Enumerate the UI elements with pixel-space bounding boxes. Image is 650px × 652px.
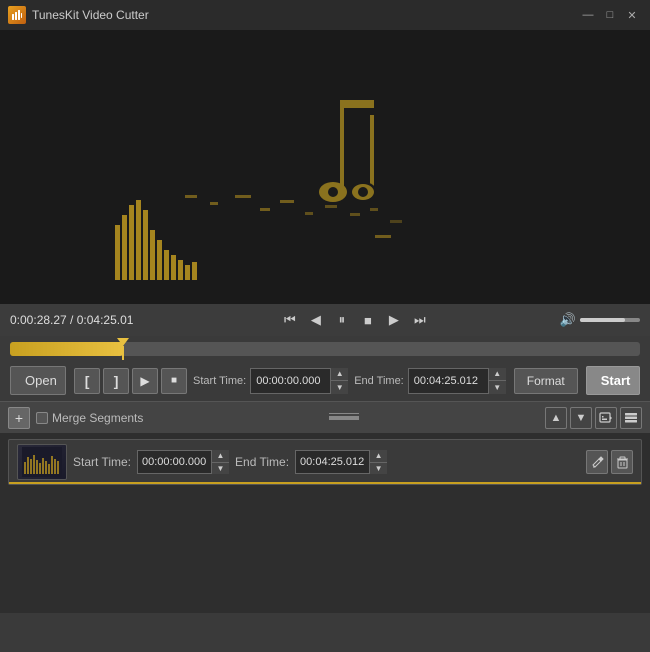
maximize-button[interactable]: □ [600, 5, 620, 25]
seg-end-label: End Time: [235, 455, 289, 469]
timeline-marker[interactable] [117, 338, 129, 360]
add-segment-button[interactable]: + [8, 407, 30, 429]
seg-start-spinners: ▲ ▼ [211, 450, 229, 474]
segment-time-controls: Start Time: ▲ ▼ End Time: ▲ ▼ [73, 450, 580, 474]
seg-end-up[interactable]: ▲ [370, 450, 387, 463]
cut-stop-button[interactable]: ■ [161, 368, 187, 394]
seg-start-label: Start Time: [73, 455, 131, 469]
table-row: Start Time: ▲ ▼ End Time: ▲ ▼ [8, 439, 642, 485]
cut-section: [ ] ▶ ■ Start Time: ▲ ▼ End Time: ▲ ▼ [74, 368, 506, 394]
segment-thumbnail [17, 444, 67, 480]
start-time-group: Start Time: ▲ ▼ [193, 368, 348, 394]
segments-header: + Merge Segments ▲ ▼ [0, 401, 650, 433]
app-title: TunesKit Video Cutter [32, 8, 578, 22]
video-preview [0, 30, 650, 304]
playback-controls: ⏮ ◀ ⏸ ■ ▶ ⏭ [158, 309, 552, 331]
end-time-spinners: ▲ ▼ [488, 368, 506, 394]
title-bar: TunesKit Video Cutter — □ ✕ [0, 0, 650, 30]
end-time-up[interactable]: ▲ [489, 368, 506, 382]
segments-list: Start Time: ▲ ▼ End Time: ▲ ▼ [0, 433, 650, 613]
cut-end-button[interactable]: ] [103, 368, 129, 394]
seg-end-input-wrap: ▲ ▼ [295, 450, 387, 474]
seg-end-down[interactable]: ▼ [370, 463, 387, 475]
window-controls: — □ ✕ [578, 5, 642, 25]
delete-icon [616, 456, 629, 469]
video-info-icon [599, 411, 613, 425]
seg-start-down[interactable]: ▼ [212, 463, 229, 475]
cut-play-button[interactable]: ▶ [132, 368, 158, 394]
seg-end-spinners: ▲ ▼ [369, 450, 387, 474]
play-button[interactable]: ▶ [383, 309, 405, 331]
scatter-viz [0, 30, 650, 304]
timeline-track[interactable] [10, 342, 640, 356]
move-up-button[interactable]: ▲ [545, 407, 567, 429]
segment-progress-bar [9, 482, 641, 484]
end-time-group: End Time: ▲ ▼ [354, 368, 506, 394]
merge-checkbox-wrap: Merge Segments [36, 411, 143, 425]
drag-handle [149, 416, 539, 419]
move-down-button[interactable]: ▼ [570, 407, 592, 429]
video-info-button[interactable] [595, 407, 617, 429]
prev-frame-button[interactable]: ◀ [305, 309, 327, 331]
format-button[interactable]: Format [514, 368, 578, 394]
app-icon [8, 6, 26, 24]
end-time-input-wrap: ▲ ▼ [408, 368, 506, 394]
cut-btn-group: [ ] ▶ ■ [74, 368, 187, 394]
cut-controls: Open [ ] ▶ ■ Start Time: ▲ ▼ End Time: [0, 360, 650, 401]
cut-start-button[interactable]: [ [74, 368, 100, 394]
pause-button[interactable]: ⏸ [331, 309, 353, 331]
timeline-fill [10, 342, 123, 356]
seg-start-up[interactable]: ▲ [212, 450, 229, 463]
close-button[interactable]: ✕ [622, 5, 642, 25]
list-view-icon [624, 411, 638, 425]
end-time-down[interactable]: ▼ [489, 381, 506, 394]
controls-bar: 0:00:28.27 / 0:04:25.01 ⏮ ◀ ⏸ ■ ▶ ⏭ 🔊 [0, 304, 650, 336]
merge-label: Merge Segments [52, 411, 143, 425]
segment-edit-button[interactable] [586, 450, 608, 474]
start-time-spinners: ▲ ▼ [330, 368, 348, 394]
end-time-label: End Time: [354, 375, 404, 387]
open-button[interactable]: Open [10, 366, 66, 395]
volume-icon: 🔊 [560, 312, 576, 328]
merge-checkbox[interactable] [36, 412, 48, 424]
volume-area: 🔊 [560, 312, 640, 328]
minimize-button[interactable]: — [578, 5, 598, 25]
list-view-button[interactable] [620, 407, 642, 429]
time-display: 0:00:28.27 / 0:04:25.01 [10, 313, 150, 327]
volume-slider[interactable] [580, 318, 640, 322]
skip-forward-button[interactable]: ⏭ [409, 309, 431, 331]
start-time-label: Start Time: [193, 375, 246, 387]
start-time-up[interactable]: ▲ [331, 368, 348, 382]
segment-order-controls: ▲ ▼ [545, 407, 642, 429]
segment-delete-button[interactable] [611, 450, 633, 474]
start-time-down[interactable]: ▼ [331, 381, 348, 394]
start-time-input-wrap: ▲ ▼ [250, 368, 348, 394]
seg-start-input-wrap: ▲ ▼ [137, 450, 229, 474]
skip-back-button[interactable]: ⏮ [279, 309, 301, 331]
timeline-area [0, 336, 650, 360]
segment-row-buttons [586, 450, 633, 474]
stop-button[interactable]: ■ [357, 309, 379, 331]
edit-icon [591, 456, 604, 469]
start-button[interactable]: Start [586, 366, 640, 395]
